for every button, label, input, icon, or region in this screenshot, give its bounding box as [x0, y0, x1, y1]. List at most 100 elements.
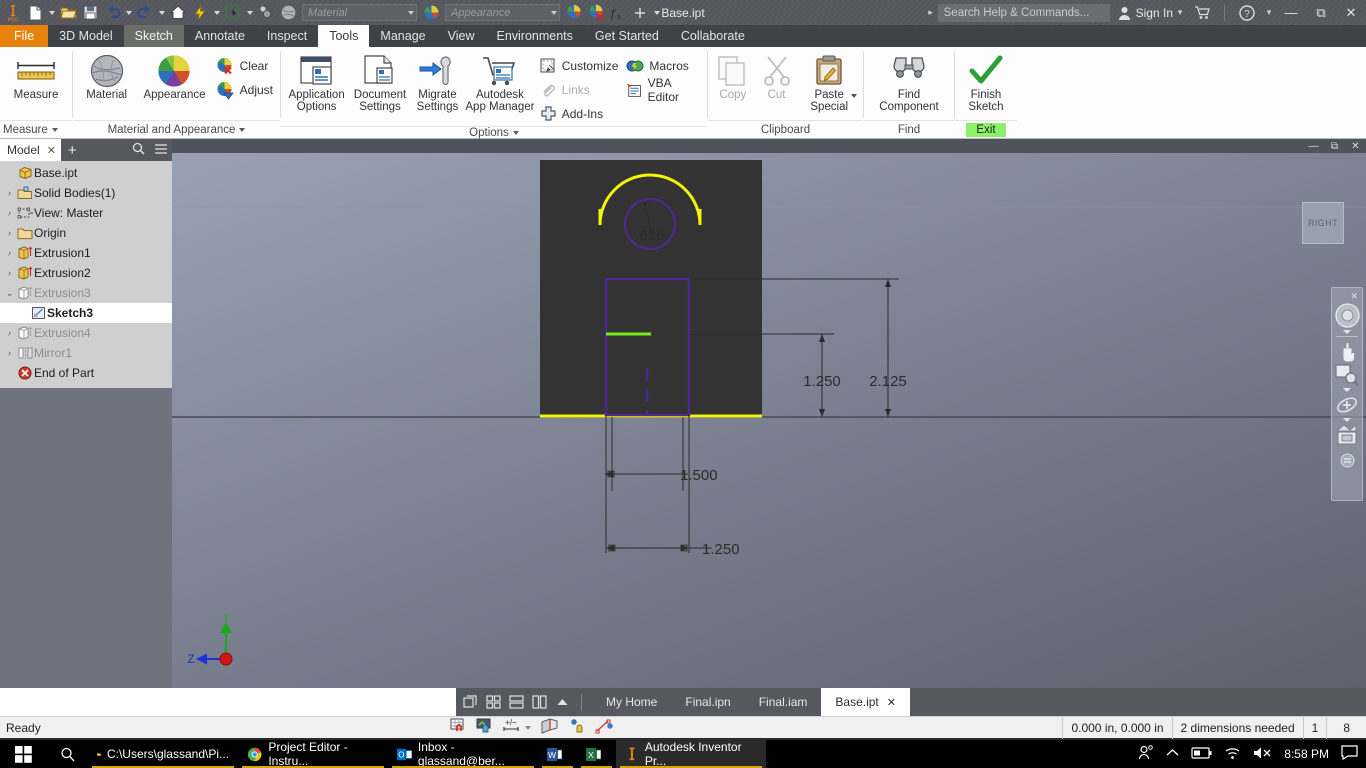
- doc-tab-final-ipn[interactable]: Final.ipn: [671, 688, 744, 716]
- start-icon[interactable]: [0, 740, 46, 768]
- redo-dropdown-arrow[interactable]: [156, 1, 167, 24]
- dimension-display-icon[interactable]: +/−: [502, 718, 521, 737]
- fx-parameters-icon[interactable]: fx: [607, 1, 629, 24]
- new-file-icon[interactable]: [24, 1, 46, 24]
- vba-editor-button[interactable]: VBA Editor: [622, 76, 704, 104]
- canvas-close-button[interactable]: ✕: [1345, 139, 1366, 153]
- measure-button[interactable]: Measure: [3, 51, 69, 103]
- tree-item-solid-bodies[interactable]: › Solid Bodies(1): [0, 183, 172, 203]
- select-dropdown-arrow[interactable]: [244, 1, 255, 24]
- wifi-icon[interactable]: [1224, 746, 1241, 763]
- zoom-dropdown-arrow[interactable]: [1343, 388, 1351, 392]
- add-to-quick-access-icon[interactable]: [629, 1, 651, 24]
- appearance-button[interactable]: Appearance: [137, 51, 211, 103]
- tree-item-sketch3[interactable]: Sketch3: [0, 303, 172, 323]
- taskbar-inventor[interactable]: Autodesk Inventor Pr...: [616, 740, 766, 768]
- show-constraints-icon[interactable]: [476, 718, 493, 737]
- view-cube[interactable]: RIGHT: [1302, 202, 1344, 244]
- close-icon[interactable]: ✕: [887, 696, 896, 709]
- chevron-down-icon[interactable]: [850, 94, 857, 98]
- graphics-window[interactable]: — ⧉ ✕ .625 2.125 1.250 1.500 1.250 RIGHT…: [172, 139, 1366, 688]
- application-options-button[interactable]: Application Options: [284, 51, 349, 115]
- grid-windows-icon[interactable]: [483, 688, 503, 716]
- action-center-icon[interactable]: [1341, 745, 1358, 763]
- material-button[interactable]: Material: [76, 51, 137, 103]
- tree-item-view-master[interactable]: › View: Master: [0, 203, 172, 223]
- tab-file[interactable]: File: [0, 25, 49, 47]
- tab-sketch[interactable]: Sketch: [123, 25, 184, 47]
- appearance-combo[interactable]: Appearance: [445, 4, 560, 21]
- people-icon[interactable]: [1138, 745, 1154, 763]
- tree-item-origin[interactable]: › Origin: [0, 223, 172, 243]
- zoom-window-icon[interactable]: [1333, 363, 1361, 387]
- return-icon[interactable]: [255, 1, 277, 24]
- tile-windows-icon[interactable]: [460, 688, 480, 716]
- migrate-settings-button[interactable]: Migrate Settings: [411, 51, 464, 115]
- tab-3d-model[interactable]: 3D Model: [48, 25, 124, 47]
- canvas-minimize-button[interactable]: —: [1303, 139, 1324, 153]
- taskbar-chrome[interactable]: Project Editor - Instru...: [238, 740, 388, 768]
- chevron-up-icon[interactable]: [1166, 747, 1179, 761]
- material-combo[interactable]: Material: [302, 4, 417, 21]
- update-dropdown-arrow[interactable]: [211, 1, 222, 24]
- select-icon[interactable]: [222, 1, 244, 24]
- tree-expander[interactable]: ›: [3, 208, 16, 218]
- pan-icon[interactable]: [1333, 338, 1361, 363]
- clock[interactable]: 8:58 PM: [1284, 747, 1329, 761]
- tab-collaborate[interactable]: Collaborate: [670, 25, 756, 47]
- find-component-button[interactable]: Find Component: [867, 51, 951, 115]
- close-icon[interactable]: ✕: [47, 144, 56, 157]
- taskbar-outlook[interactable]: O Inbox - glassand@ber...: [388, 740, 538, 768]
- tree-expander[interactable]: ›: [3, 228, 16, 238]
- sign-in-button[interactable]: Sign In: [1118, 6, 1173, 20]
- tree-expander[interactable]: ›: [3, 188, 16, 198]
- finish-sketch-button[interactable]: Finish Sketch: [958, 51, 1014, 115]
- tree-item-mirror1[interactable]: › Mirror1: [0, 343, 172, 363]
- battery-icon[interactable]: [1191, 746, 1212, 762]
- add-tab-icon[interactable]: +: [61, 142, 84, 159]
- horizontal-split-icon[interactable]: [506, 688, 526, 716]
- tree-item-base[interactable]: Base.ipt: [0, 163, 172, 183]
- slice-graphics-icon[interactable]: [540, 718, 559, 737]
- adjust-appearance-button[interactable]: Adjust: [212, 78, 277, 102]
- update-icon[interactable]: [189, 1, 211, 24]
- sketch-scene[interactable]: .625 2.125 1.250 1.500 1.250 RIGHT ✕ Y Z: [172, 153, 1366, 688]
- nav-options-icon[interactable]: [1333, 453, 1361, 468]
- tree-expander[interactable]: ›: [3, 248, 16, 258]
- orbit-icon[interactable]: [1333, 393, 1361, 417]
- help-dropdown-arrow[interactable]: ▾: [1262, 7, 1276, 18]
- tree-item-end-of-part[interactable]: End of Part: [0, 363, 172, 383]
- tab-manage[interactable]: Manage: [369, 25, 436, 47]
- tree-item-extrusion1[interactable]: › Extrusion1: [0, 243, 172, 263]
- volume-muted-icon[interactable]: [1253, 746, 1272, 763]
- search-input[interactable]: [937, 3, 1110, 22]
- nav-close-icon[interactable]: ✕: [1350, 291, 1358, 302]
- tab-environments[interactable]: Environments: [485, 25, 583, 47]
- full-navigation-wheel-icon[interactable]: [1333, 302, 1361, 329]
- tree-expander-expanded[interactable]: ⌄: [3, 288, 16, 299]
- autodesk-app-manager-button[interactable]: Autodesk App Manager: [464, 51, 536, 115]
- browser-tab-model[interactable]: Model ✕: [0, 139, 61, 161]
- tree-expander[interactable]: ›: [3, 328, 16, 338]
- cut-button[interactable]: Cut: [755, 51, 799, 103]
- search-icon[interactable]: [132, 142, 145, 158]
- appearance-picker-icon[interactable]: [563, 1, 585, 24]
- vertical-split-icon[interactable]: [529, 688, 549, 716]
- paste-special-button[interactable]: Paste Special: [798, 51, 860, 115]
- undo-icon[interactable]: [101, 1, 123, 24]
- canvas-restore-button[interactable]: ⧉: [1324, 139, 1345, 153]
- tab-view[interactable]: View: [437, 25, 486, 47]
- save-icon[interactable]: [79, 1, 101, 24]
- chevron-down-icon[interactable]: [525, 725, 531, 730]
- orbit-dropdown-arrow[interactable]: [1343, 418, 1351, 422]
- taskbar-file-explorer[interactable]: C:\Users\glassand\Pi...: [88, 740, 238, 768]
- show-all-constraints-icon[interactable]: [568, 718, 586, 737]
- collapse-icon[interactable]: [552, 688, 572, 716]
- material-sphere-icon[interactable]: [277, 1, 299, 24]
- sign-in-dropdown-arrow[interactable]: ▾: [1173, 7, 1187, 18]
- open-file-icon[interactable]: [57, 1, 79, 24]
- minimize-button[interactable]: —: [1276, 0, 1306, 25]
- panel-material-appearance-title[interactable]: Material and Appearance: [73, 120, 280, 138]
- hamburger-icon[interactable]: [154, 143, 168, 158]
- tree-item-extrusion2[interactable]: › Extrusion2: [0, 263, 172, 283]
